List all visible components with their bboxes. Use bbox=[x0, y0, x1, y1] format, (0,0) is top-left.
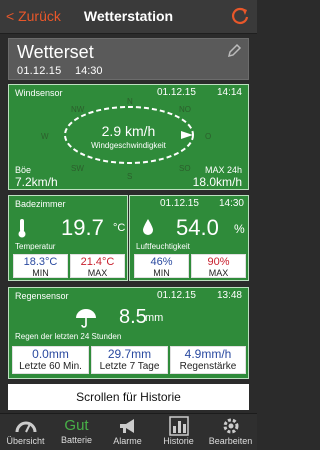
wind-speed: 2.9 km/h bbox=[101, 123, 156, 139]
humidity-min-box: 46% MIN bbox=[134, 254, 189, 278]
rain-last-60min-label: Letzte 60 Min. bbox=[19, 361, 82, 372]
compass-dir: SW bbox=[71, 164, 84, 173]
temperature-max-box: 21.4°C MAX bbox=[70, 254, 125, 278]
tab-bar: Übersicht Gut Batterie Alarme Historie B… bbox=[0, 413, 257, 450]
wind-label: Windsensor bbox=[15, 88, 63, 98]
nav-bar: < Zurück Wetterstation bbox=[0, 0, 257, 34]
temperature-min-value: 18.3°C bbox=[23, 256, 58, 268]
temperature-room-label: Badezimmer bbox=[15, 199, 66, 209]
temperature-min-box: 18.3°C MIN bbox=[13, 254, 68, 278]
humidity-time: 14:30 bbox=[218, 198, 244, 209]
scroll-history-button[interactable]: Scrollen für Historie bbox=[8, 384, 249, 410]
compass-dir: NW bbox=[71, 105, 85, 114]
temperature-panel[interactable]: Badezimmer 19.7 °C Temperatur 18.3°C MIN… bbox=[8, 195, 128, 281]
tab-edit[interactable]: Bearbeiten bbox=[204, 414, 257, 450]
gust-value: 7.2km/h bbox=[15, 175, 58, 189]
wind-time: 14:14 bbox=[216, 87, 242, 98]
tab-alarms[interactable]: Alarme bbox=[102, 414, 153, 450]
temperature-unit: °C bbox=[113, 222, 126, 234]
refresh-icon[interactable] bbox=[229, 5, 251, 27]
compass-dir: S bbox=[127, 172, 132, 181]
tab-battery[interactable]: Gut Batterie bbox=[51, 414, 102, 450]
compass-dir: SO bbox=[179, 164, 191, 173]
humidity-panel[interactable]: 01.12.15 14:30 54.0 % Luftfeuchtigkeit 4… bbox=[129, 195, 249, 281]
rain-24h-label: Regen der letzten 24 Stunden bbox=[15, 332, 122, 341]
gust-label: Böe bbox=[15, 165, 32, 175]
thermometer-icon bbox=[18, 219, 26, 238]
humidity-value: 54.0 bbox=[176, 215, 219, 240]
pencil-icon[interactable] bbox=[226, 43, 242, 59]
station-name: Wetterset bbox=[17, 42, 94, 62]
tab-battery-label: Batterie bbox=[60, 435, 93, 445]
temperature-label: Temperatur bbox=[15, 242, 56, 251]
wind-speed-label: Windgeschwindigkeit bbox=[91, 141, 166, 150]
rain-last-60min-value: 0.0mm bbox=[32, 347, 69, 361]
temperature-max-value: 21.4°C bbox=[80, 256, 115, 268]
humidity-label: Luftfeuchtigkeit bbox=[136, 242, 190, 251]
compass-dir: N bbox=[127, 97, 133, 106]
wind-date: 01.12.15 bbox=[157, 87, 196, 98]
humidity-max-label: MAX bbox=[208, 268, 229, 278]
temperature-value: 19.7 bbox=[61, 215, 104, 240]
rain-last-60min-box: 0.0mm Letzte 60 Min. bbox=[12, 346, 89, 374]
station-header: Wetterset 01.12.15 14:30 bbox=[8, 38, 249, 80]
battery-status: Gut bbox=[64, 417, 89, 434]
humidity-max-box: 90% MAX bbox=[191, 254, 246, 278]
humidity-date: 01.12.15 bbox=[160, 198, 199, 209]
humidity-max-value: 90% bbox=[207, 256, 230, 268]
wind-sensor-panel[interactable]: N NO O SO S SW W NW Windsensor 01.12.15 … bbox=[8, 84, 249, 190]
water-drop-icon bbox=[143, 219, 153, 235]
temperature-min-label: MIN bbox=[32, 268, 49, 278]
rain-last-7days-label: Letzte 7 Tage bbox=[99, 361, 160, 372]
megaphone-icon bbox=[119, 419, 134, 433]
rain-sensor-panel[interactable]: Regensensor 01.12.15 13:48 8.5 mm Regen … bbox=[8, 287, 249, 379]
rain-last-7days-box: 29.7mm Letzte 7 Tage bbox=[91, 346, 168, 374]
gauge-icon bbox=[15, 421, 36, 433]
humidity-min-label: MIN bbox=[153, 268, 170, 278]
station-date: 01.12.15 bbox=[17, 65, 62, 77]
humidity-min-value: 46% bbox=[150, 256, 173, 268]
temperature-max-label: MAX bbox=[87, 268, 108, 278]
rain-value: 8.5 bbox=[119, 306, 147, 328]
rain-intensity-box: 4.9mm/h Regenstärke bbox=[170, 346, 246, 374]
tab-overview-label: Übersicht bbox=[6, 436, 45, 446]
humidity-unit: % bbox=[234, 222, 245, 236]
station-time: 14:30 bbox=[75, 65, 103, 77]
rain-unit: mm bbox=[145, 312, 164, 324]
tab-alarms-label: Alarme bbox=[113, 436, 142, 446]
gear-icon bbox=[223, 418, 238, 434]
rain-last-7days-value: 29.7mm bbox=[107, 347, 152, 361]
rain-time: 13:48 bbox=[216, 290, 242, 301]
tab-history-label: Historie bbox=[163, 436, 194, 446]
page-title: Wetterstation bbox=[83, 8, 174, 24]
umbrella-icon bbox=[76, 309, 96, 328]
rain-label: Regensensor bbox=[15, 291, 69, 301]
wind-max-value: 18.0km/h bbox=[192, 175, 242, 189]
compass-dir: NO bbox=[179, 105, 191, 114]
wind-max-label: MAX 24h bbox=[204, 165, 242, 175]
rain-date: 01.12.15 bbox=[157, 290, 196, 301]
tab-overview[interactable]: Übersicht bbox=[0, 414, 51, 450]
tab-history[interactable]: Historie bbox=[153, 414, 204, 450]
tab-edit-label: Bearbeiten bbox=[208, 436, 253, 446]
bar-chart-icon bbox=[168, 416, 189, 436]
rain-intensity-label: Regenstärke bbox=[179, 361, 237, 372]
rain-intensity-value: 4.9mm/h bbox=[184, 347, 232, 361]
